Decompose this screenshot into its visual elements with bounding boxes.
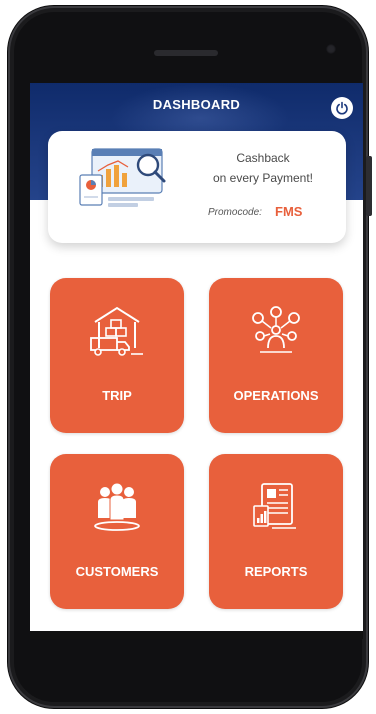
trip-tile[interactable]: TRIP [50, 278, 184, 433]
front-camera [326, 44, 336, 54]
page-title: DASHBOARD [152, 97, 241, 112]
screen-bottom-edge [30, 631, 363, 639]
side-button [366, 156, 372, 216]
cashback-headline: Cashback [236, 151, 290, 165]
promocode-label: Promocode: [208, 207, 262, 218]
truck-warehouse-icon [90, 306, 143, 356]
customers-tile[interactable]: CUSTOMERS [50, 454, 184, 609]
app-screen: DASHBOARD Cashback on every Payment! Pro… [30, 83, 363, 631]
operations-label: OPERATIONS [233, 388, 319, 403]
analytics-illustration [79, 148, 166, 207]
speaker-grille [154, 50, 218, 56]
customers-group-icon [94, 483, 140, 531]
customers-label: CUSTOMERS [75, 564, 159, 579]
promo-card[interactable]: Cashback on every Payment! Promocode: FM… [48, 131, 346, 243]
reports-label: REPORTS [244, 564, 308, 579]
operations-tile[interactable]: OPERATIONS [209, 278, 343, 433]
cashback-subline: on every Payment! [212, 171, 314, 185]
trip-label: TRIP [102, 388, 132, 403]
power-icon [336, 101, 348, 115]
operations-network-icon [252, 306, 300, 353]
reports-tile[interactable]: REPORTS [209, 454, 343, 609]
power-button[interactable] [331, 97, 353, 119]
promocode-value: FMS [275, 204, 303, 219]
reports-document-icon [253, 483, 296, 529]
